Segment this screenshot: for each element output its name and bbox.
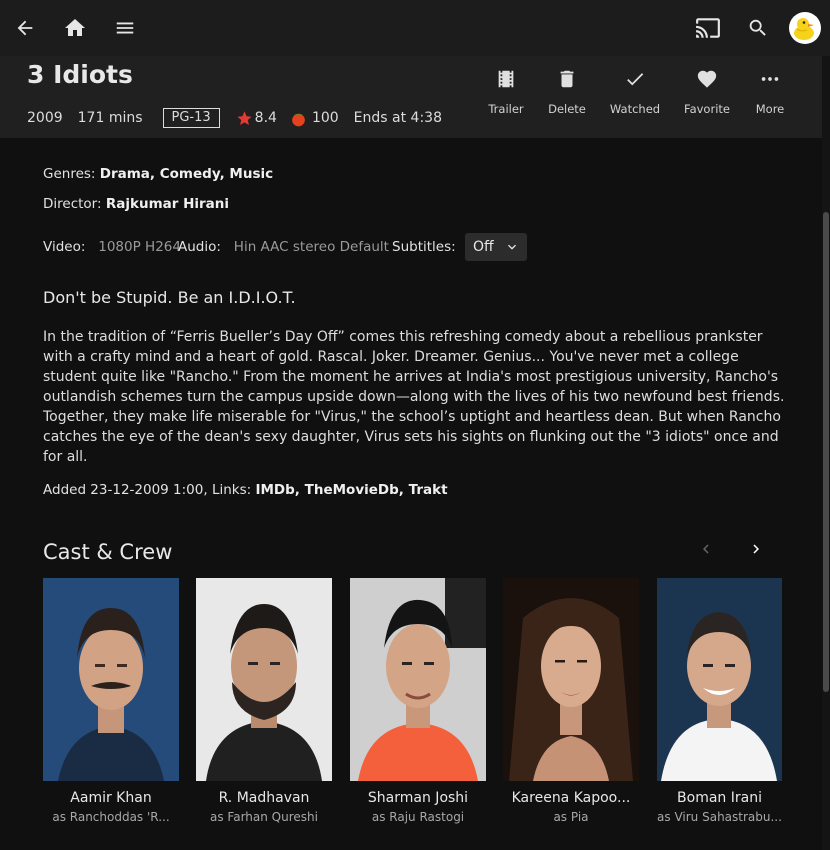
cast-card[interactable]: Kareena Kapoo... as Pia [503, 578, 639, 824]
duck-avatar [794, 18, 814, 40]
cast-photo [350, 578, 486, 781]
subtitles-value: Off [473, 239, 494, 255]
cast-role: as Farhan Qureshi [210, 810, 318, 824]
cast-photo [503, 578, 639, 781]
added-row: Added 23-12-2009 1:00, Links: IMDb, TheM… [43, 482, 448, 498]
film-icon [498, 70, 514, 88]
top-app-bar [0, 0, 830, 56]
heart-icon [697, 70, 717, 88]
chevron-left-icon [703, 544, 709, 554]
back-button[interactable] [5, 8, 45, 48]
delete-button[interactable]: Delete [532, 62, 602, 124]
chevron-down-icon [507, 244, 516, 250]
cast-name: Kareena Kapoo... [511, 790, 631, 806]
home-icon [65, 19, 85, 36]
user-avatar[interactable] [789, 12, 821, 44]
cast-name: Sharman Joshi [367, 790, 469, 806]
search-button[interactable] [738, 8, 778, 48]
director-value[interactable]: Rajkumar Hirani [106, 196, 229, 212]
subtitles-label: Subtitles: [392, 239, 456, 255]
scrollbar-thumb[interactable] [823, 212, 829, 692]
trailer-button[interactable]: Trailer [471, 62, 541, 124]
favorite-button[interactable]: Favorite [672, 62, 742, 124]
cast-role: as Ranchoddas 'R... [52, 810, 170, 824]
cast-section-title: Cast & Crew [43, 540, 173, 564]
director-row: Director: Rajkumar Hirani [43, 196, 229, 212]
check-icon [627, 73, 644, 86]
favorite-label: Favorite [684, 102, 730, 116]
delete-label: Delete [548, 102, 586, 116]
link-trakt[interactable]: Trakt [409, 482, 448, 498]
subtitles-select[interactable]: Off [465, 233, 527, 261]
video-value: 1080P H264 [98, 239, 181, 255]
genres-value[interactable]: Drama, Comedy, Music [100, 166, 273, 182]
audio-row: Audio: Hin AAC stereo Default [178, 239, 389, 255]
more-label: More [755, 102, 785, 116]
cast-card[interactable]: Aamir Khan as Ranchoddas 'R... [43, 578, 179, 824]
home-button[interactable] [55, 8, 95, 48]
more-horizontal-icon [761, 77, 779, 81]
trash-icon [560, 70, 574, 88]
link-themoviedb[interactable]: TheMovieDb [305, 482, 399, 498]
cast-role: as Raju Rastogi [371, 810, 465, 824]
link-imdb[interactable]: IMDb [255, 482, 294, 498]
cast-prev-button[interactable] [692, 535, 720, 563]
cast-card[interactable]: Sharman Joshi as Raju Rastogi [350, 578, 486, 824]
chevron-right-icon [753, 544, 759, 554]
audio-label: Audio: [178, 239, 221, 255]
video-label: Video: [43, 239, 86, 255]
watched-button[interactable]: Watched [600, 62, 670, 124]
watched-label: Watched [609, 102, 661, 116]
cast-name: Aamir Khan [70, 790, 152, 806]
added-text: Added 23-12-2009 1:00, Links: [43, 482, 256, 498]
item-header: 3 Idiots 2009 171 mins PG-13 8.4 100 End… [0, 56, 830, 138]
more-button[interactable]: More [735, 62, 805, 124]
audio-value: Hin AAC stereo Default [233, 239, 389, 255]
search-icon [749, 19, 766, 36]
cast-name: Boman Irani [677, 790, 762, 806]
cast-photo [657, 578, 782, 781]
cast-name: R. Madhavan [218, 790, 310, 806]
cast-card[interactable]: Boman Irani as Viru Sahastrabu... [657, 578, 782, 824]
tagline: Don't be Stupid. Be an I.D.I.O.T. [43, 288, 296, 307]
menu-button[interactable] [105, 8, 145, 48]
cast-button[interactable] [688, 8, 728, 48]
video-row: Video: 1080P H264 [43, 239, 181, 255]
action-buttons: Trailer Delete Watched Favorite More [0, 62, 830, 132]
cast-photo [43, 578, 179, 781]
cast-role: as Viru Sahastrabu... [657, 810, 782, 824]
director-label: Director: [43, 196, 102, 212]
cast-photo [196, 578, 332, 781]
trailer-label: Trailer [488, 102, 524, 116]
arrow-left-icon [17, 20, 33, 36]
cast-next-button[interactable] [742, 535, 770, 563]
overview-text: In the tradition of “Ferris Bueller’s Da… [43, 329, 785, 465]
genres-label: Genres: [43, 166, 96, 182]
cast-card[interactable]: R. Madhavan as Farhan Qureshi [196, 578, 332, 824]
genres-row: Genres: Drama, Comedy, Music [43, 166, 273, 182]
hamburger-icon [116, 22, 134, 34]
cast-icon [696, 18, 720, 38]
cast-role: as Pia [553, 810, 589, 824]
